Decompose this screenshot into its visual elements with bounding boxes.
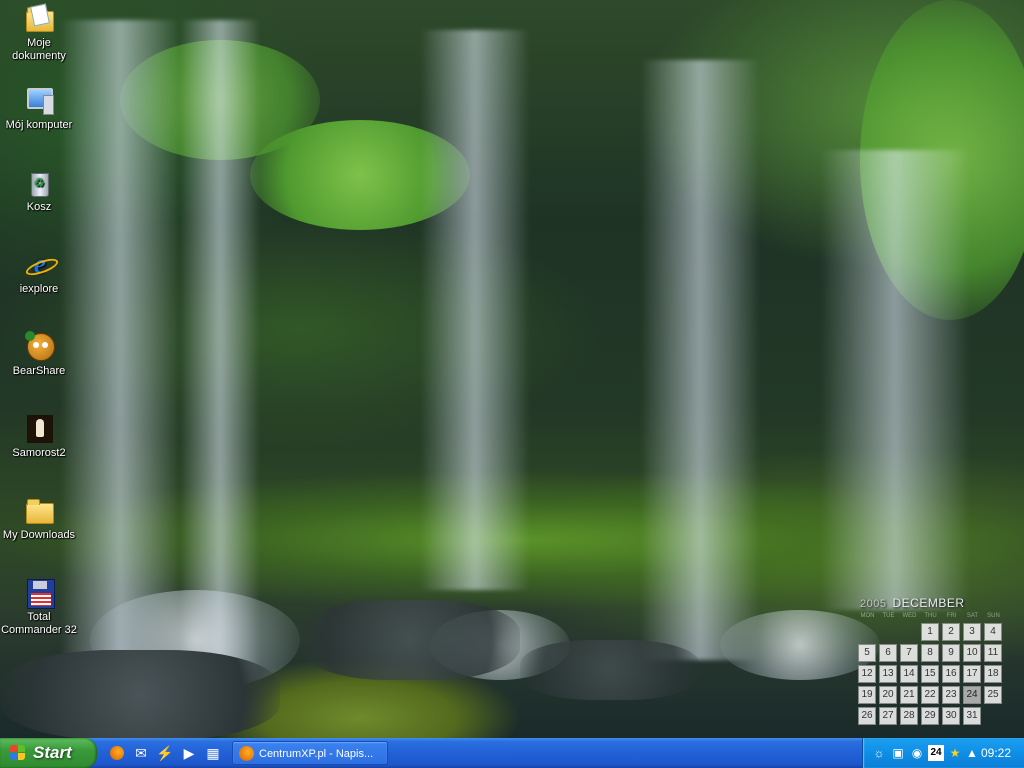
- desktop-icon-recycle-bin[interactable]: Kosz: [0, 167, 78, 214]
- my-documents-folder-icon: [23, 3, 55, 35]
- samorost2-icon: [23, 413, 55, 445]
- calendar-day: 19: [858, 686, 876, 704]
- calendar-day: 31: [963, 707, 981, 725]
- calendar-day: 6: [879, 644, 897, 662]
- winamp-icon[interactable]: ⚡: [156, 744, 174, 762]
- desktop-icon-total-commander[interactable]: Total Commander 32: [0, 577, 78, 637]
- calendar-weekday: TUE: [882, 613, 895, 619]
- firefox-icon[interactable]: [108, 744, 126, 762]
- desktop-icon-label: Moje dokumenty: [12, 37, 66, 62]
- desktop-icon-label: BearShare: [12, 365, 66, 377]
- calendar-weekday: MON: [860, 613, 875, 619]
- calendar-day: 13: [879, 665, 897, 683]
- wallpaper-waterfall: [420, 30, 530, 590]
- notepad-icon[interactable]: ▦: [204, 744, 222, 762]
- calendar-day: 25: [984, 686, 1002, 704]
- desktop-icon-label: Kosz: [26, 201, 52, 213]
- calendar-day: 12: [858, 665, 876, 683]
- calendar-day: 11: [984, 644, 1002, 662]
- clock[interactable]: 09:22: [981, 738, 1011, 768]
- calendar-day: 17: [963, 665, 981, 683]
- calendar-day: 18: [984, 665, 1002, 683]
- calendar-day: 16: [942, 665, 960, 683]
- calendar-weekday: THU: [924, 613, 937, 619]
- desktop-icon-my-documents[interactable]: Moje dokumenty: [0, 3, 78, 63]
- windows-logo-icon: [10, 745, 26, 761]
- calendar-day: 1: [921, 623, 939, 641]
- calendar-header: 2005 DECEMBER: [860, 596, 965, 610]
- calendar-day: 5: [858, 644, 876, 662]
- calendar-day: 27: [879, 707, 897, 725]
- calendar-year: 2005: [860, 598, 887, 610]
- calendar-day: 3: [963, 623, 981, 641]
- calendar-day: 7: [900, 644, 918, 662]
- wallpaper-waterfall: [60, 20, 180, 680]
- recycle-bin-icon: [23, 167, 55, 199]
- calendar-weekday: SAT: [966, 613, 979, 619]
- bearshare-icon: [23, 331, 55, 363]
- desktop-icon-label: Samorost2: [12, 447, 66, 459]
- calendar-day: 14: [900, 665, 918, 683]
- calendar-weekday: WED: [902, 613, 917, 619]
- calendar-day: 29: [921, 707, 939, 725]
- outlook-express-icon[interactable]: ✉: [132, 744, 150, 762]
- wallpaper-rocks: [0, 650, 280, 738]
- wallpaper-waterfall: [180, 20, 260, 680]
- calendar-day: 9: [942, 644, 960, 662]
- calendar-weekday-row: MON TUE WED THU FRI SAT SUN: [858, 613, 1008, 622]
- calendar-day: 30: [942, 707, 960, 725]
- calendar-badge-text: 24: [930, 747, 942, 758]
- internet-explorer-icon: e: [23, 249, 55, 281]
- calendar-day-today: 24: [963, 686, 981, 704]
- desktop-icon-my-downloads[interactable]: My Downloads: [0, 495, 78, 542]
- calendar-day: 21: [900, 686, 918, 704]
- firefox-icon: [239, 746, 254, 761]
- calendar-month: DECEMBER: [892, 596, 965, 610]
- taskbar: Start ✉ ⚡ ▶ ▦ CentrumXP.pl - Napis... ☼ …: [0, 738, 1024, 768]
- calendar-day: 23: [942, 686, 960, 704]
- calendar-day: 22: [921, 686, 939, 704]
- taskbar-window-button[interactable]: CentrumXP.pl - Napis...: [232, 741, 388, 765]
- calendar-day: 20: [879, 686, 897, 704]
- start-button[interactable]: Start: [0, 738, 97, 768]
- calendar-weekday: FRI: [946, 613, 957, 619]
- desktop-icon-label: Total Commander 32: [1, 611, 77, 636]
- wallpaper-rocks: [520, 640, 700, 700]
- system-tray: ☼ ▣ ◉ 24 ★ ▲ 09:22: [862, 738, 1024, 768]
- desktop-icon-label: My Downloads: [2, 529, 76, 541]
- wallpaper-mist: [720, 610, 880, 680]
- folder-icon: [23, 495, 55, 527]
- calendar-day: 28: [900, 707, 918, 725]
- calendar-day: 4: [984, 623, 1002, 641]
- total-commander-floppy-icon: [23, 577, 55, 609]
- calendar-24-icon[interactable]: 24: [928, 745, 944, 761]
- media-player-icon[interactable]: ▶: [180, 744, 198, 762]
- calendar-day: 15: [921, 665, 939, 683]
- desktop-wallpaper: Moje dokumenty Mój komputer Kosz e iexpl…: [0, 0, 1024, 738]
- calendar-day: 2: [942, 623, 960, 641]
- calendar-weekday: SUN: [987, 613, 1000, 619]
- network-icon[interactable]: ☼: [871, 745, 887, 761]
- start-label: Start: [33, 743, 72, 762]
- calendar-day: 8: [921, 644, 939, 662]
- desktop-icon-iexplore[interactable]: e iexplore: [0, 249, 78, 296]
- sound-icon[interactable]: ◉: [909, 745, 925, 761]
- wallpaper-waterfall: [640, 60, 760, 660]
- messenger-icon[interactable]: ▣: [890, 745, 906, 761]
- desktop-icon-my-computer[interactable]: Mój komputer: [0, 85, 78, 132]
- taskbar-window-label: CentrumXP.pl - Napis...: [259, 748, 374, 760]
- desktop-icon-bearshare[interactable]: BearShare: [0, 331, 78, 378]
- desktop-icon-samorost2[interactable]: Samorost2: [0, 413, 78, 460]
- desktop-icon-label: Mój komputer: [5, 119, 73, 131]
- wallpaper-rocks: [300, 600, 520, 680]
- calendar-day: 10: [963, 644, 981, 662]
- calendar-day: 26: [858, 707, 876, 725]
- my-computer-icon: [23, 85, 55, 117]
- shield-icon[interactable]: ▲: [964, 745, 980, 761]
- wallpaper-waterfall: [820, 150, 970, 610]
- star-icon[interactable]: ★: [947, 745, 963, 761]
- desktop-icon-label: iexplore: [19, 283, 59, 295]
